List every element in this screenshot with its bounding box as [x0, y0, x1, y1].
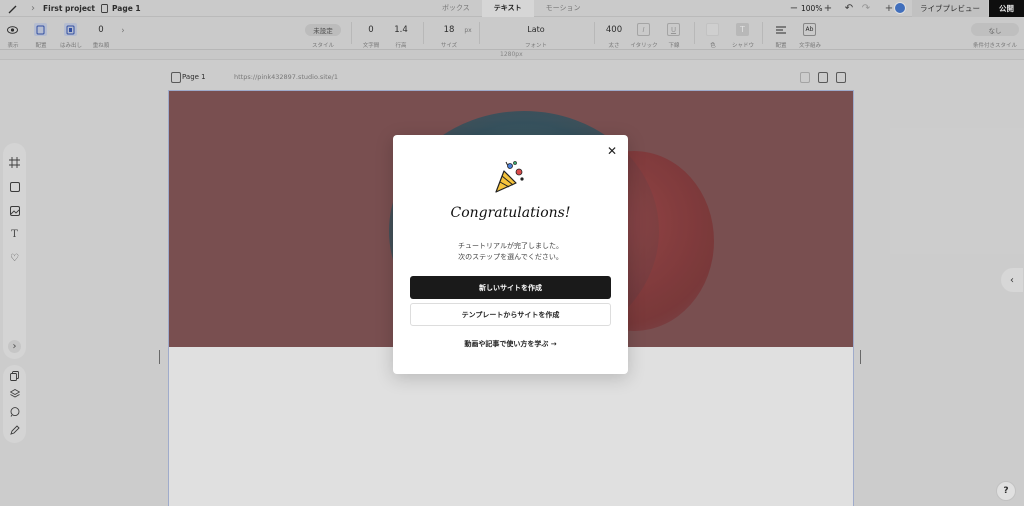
modal-message: チュートリアルが完了しました。 次のステップを選んでください。	[393, 241, 628, 263]
close-icon[interactable]: ✕	[605, 144, 619, 158]
party-popper-icon	[495, 161, 524, 193]
modal-title: Congratulations!	[450, 205, 571, 221]
learn-tutorials-link[interactable]: 動画や記事で使い方を学ぶ →	[393, 339, 628, 349]
tutorial-complete-modal: ✕ Congratulations! チュートリアルが完了しました。 次のステッ…	[393, 135, 628, 374]
modal-message-line: チュートリアルが完了しました。	[458, 242, 563, 250]
create-from-template-button[interactable]: テンプレートからサイトを作成	[410, 303, 611, 326]
create-new-site-button[interactable]: 新しいサイトを作成	[410, 276, 611, 299]
modal-message-line: 次のステップを選んでください。	[458, 253, 563, 261]
